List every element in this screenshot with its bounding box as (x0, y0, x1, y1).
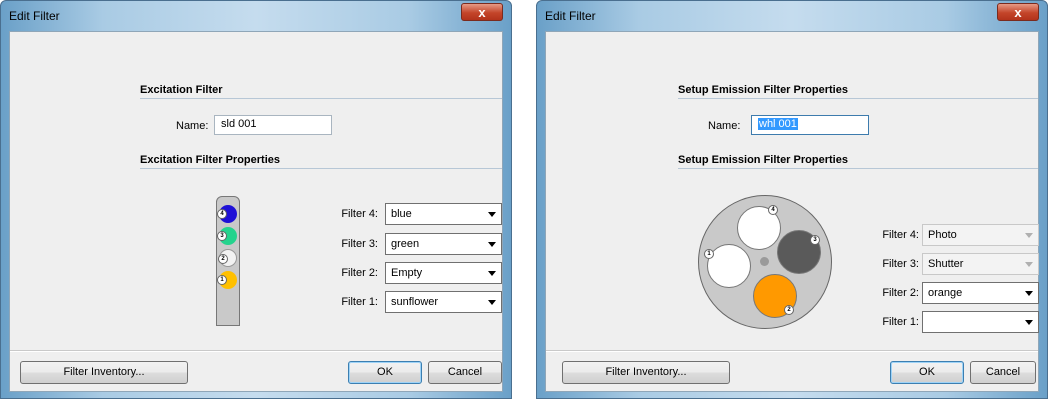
filter-2-value: Empty (391, 267, 423, 279)
filter-2-label: Filter 2: (882, 287, 919, 299)
heading-rule (140, 98, 502, 99)
chevron-down-icon (488, 271, 496, 276)
ok-button[interactable]: OK (348, 361, 422, 384)
heading-rule (678, 168, 1038, 169)
wheel-position-2: 2 (753, 274, 797, 318)
filter-3-label: Filter 3: (882, 258, 919, 270)
chevron-down-icon (1025, 320, 1033, 325)
wheel-position-1: 1 (704, 244, 751, 288)
filter-4-value: blue (391, 208, 412, 220)
window-title: Edit Filter (9, 9, 60, 23)
position-number: 1 (704, 249, 714, 259)
filter-2-select[interactable]: Empty (385, 262, 502, 284)
excitation-filter-heading: Excitation Filter (140, 84, 223, 96)
filter-slider-graphic: 4 3 2 1 (216, 196, 240, 326)
cancel-button[interactable]: Cancel (428, 361, 502, 384)
filter-inventory-button[interactable]: Filter Inventory... (20, 361, 188, 384)
dialog-body: Excitation Filter Name: sld 001 Excitati… (9, 31, 503, 392)
filter-3-value: Shutter (928, 258, 964, 270)
window-title: Edit Filter (545, 9, 596, 23)
name-field[interactable]: sld 001 (214, 115, 332, 135)
heading-rule (140, 168, 502, 169)
filter-1-select[interactable]: sunflower (385, 291, 502, 313)
filter-4-label: Filter 4: (882, 229, 919, 241)
filter-wheel-graphic: 4 3 2 1 (698, 195, 832, 329)
chevron-down-icon (1025, 233, 1033, 238)
filter-4-value: Photo (928, 229, 957, 241)
edit-filter-window-emission: Edit Filter x Setup Emission Filter Prop… (536, 0, 1048, 399)
close-button[interactable]: x (997, 3, 1039, 21)
name-field[interactable]: whl 001 (751, 115, 869, 135)
position-number: 1 (217, 275, 227, 285)
wheel-position-4: 4 (737, 205, 781, 250)
filter-1-label: Filter 1: (882, 316, 919, 328)
ok-button[interactable]: OK (890, 361, 964, 384)
cancel-button[interactable]: Cancel (970, 361, 1036, 384)
chevron-down-icon (1025, 291, 1033, 296)
chevron-down-icon (488, 242, 496, 247)
slider-position-1: 1 (217, 271, 237, 289)
footer-divider (546, 350, 1038, 352)
filter-2-value: orange (928, 287, 963, 299)
filter-1-label: Filter 1: (341, 296, 378, 308)
setup-emission-heading: Setup Emission Filter Properties (678, 84, 848, 96)
filter-inventory-button[interactable]: Filter Inventory... (562, 361, 730, 384)
filter-3-label: Filter 3: (341, 238, 378, 250)
footer-divider (10, 350, 502, 352)
wheel-hub (760, 257, 769, 266)
filter-3-value: green (391, 238, 420, 250)
position-number: 3 (810, 235, 820, 245)
chevron-down-icon (488, 212, 496, 217)
filter-3-select[interactable]: green (385, 233, 502, 255)
position-number: 2 (218, 254, 228, 264)
slider-position-2: 2 (218, 249, 237, 267)
title-bar[interactable]: Edit Filter x (1, 1, 511, 31)
position-number: 3 (217, 231, 227, 241)
filter-2-select[interactable]: orange (922, 282, 1039, 304)
filter-3-select[interactable]: Shutter (922, 253, 1039, 275)
filter-1-value: sunflower (391, 296, 439, 308)
name-value: whl 001 (758, 118, 798, 130)
name-value: sld 001 (221, 118, 257, 130)
filter-2-label: Filter 2: (341, 267, 378, 279)
setup-emission-properties-heading: Setup Emission Filter Properties (678, 154, 848, 166)
excitation-properties-heading: Excitation Filter Properties (140, 154, 280, 166)
name-label: Name: (176, 120, 209, 132)
position-number: 2 (784, 305, 794, 315)
filter-4-label: Filter 4: (341, 208, 378, 220)
wheel-position-3: 3 (777, 230, 821, 274)
filter-1-select[interactable] (922, 311, 1039, 333)
filter-4-select[interactable]: Photo (922, 224, 1039, 246)
chevron-down-icon (488, 300, 496, 305)
edit-filter-window-excitation: Edit Filter x Excitation Filter Name: sl… (0, 0, 512, 399)
position-number: 4 (768, 205, 778, 215)
name-label: Name: (708, 120, 741, 132)
filter-4-select[interactable]: blue (385, 203, 502, 225)
title-bar[interactable]: Edit Filter x (537, 1, 1047, 31)
heading-rule (678, 98, 1038, 99)
slider-position-3: 3 (217, 227, 237, 245)
dialog-body: Setup Emission Filter Properties Name: w… (545, 31, 1039, 392)
slider-position-4: 4 (217, 205, 237, 223)
close-button[interactable]: x (461, 3, 503, 21)
position-number: 4 (217, 209, 227, 219)
chevron-down-icon (1025, 262, 1033, 267)
